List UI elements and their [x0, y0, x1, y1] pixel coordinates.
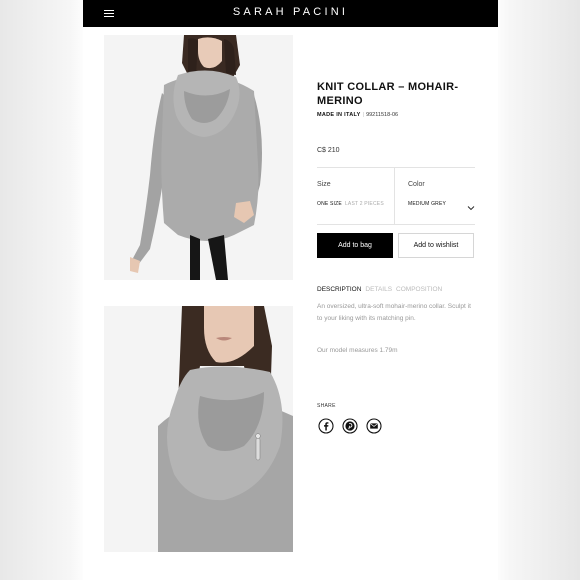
- tab-description[interactable]: DESCRIPTION: [317, 286, 361, 293]
- product-sku: 99211518-06: [366, 112, 399, 118]
- stock-note: LAST 2 PIECES: [344, 201, 384, 207]
- size-option[interactable]: ONE SIZE LAST 2 PIECES: [317, 201, 384, 207]
- add-to-bag-button[interactable]: Add to bag: [317, 233, 393, 258]
- product-page: SARAH PACINI KNIT COLLAR – MOHAIR-MERINO…: [83, 0, 498, 580]
- share-label: SHARE: [317, 403, 336, 409]
- product-photo-main[interactable]: [104, 35, 293, 280]
- color-select[interactable]: MEDIUM GREY: [408, 198, 475, 211]
- top-navigation-bar: SARAH PACINI: [83, 0, 498, 27]
- brand-logo[interactable]: SARAH PACINI: [83, 6, 498, 18]
- tab-details[interactable]: DETAILS: [365, 286, 392, 293]
- size-label: Size: [317, 181, 331, 188]
- chevron-down-icon: [467, 199, 475, 211]
- product-photo-closeup[interactable]: [104, 306, 293, 552]
- facebook-icon[interactable]: [318, 418, 334, 434]
- product-origin: MADE IN ITALY | 99211518-06: [317, 112, 399, 118]
- divider: [317, 224, 475, 225]
- made-in-label: MADE IN ITALY: [317, 112, 361, 118]
- tab-composition[interactable]: COMPOSITION: [396, 286, 442, 293]
- divider: [394, 168, 395, 224]
- email-icon[interactable]: [366, 418, 382, 434]
- pinterest-icon[interactable]: [342, 418, 358, 434]
- product-description: An oversized, ultra-soft mohair-merino c…: [317, 303, 471, 322]
- product-price: C$ 210: [317, 147, 340, 154]
- color-value: MEDIUM GREY: [408, 201, 447, 207]
- model-measure: Our model measures 1.79m: [317, 347, 398, 354]
- info-tabs: DESCRIPTION DETAILS COMPOSITION: [317, 286, 446, 293]
- add-to-wishlist-button[interactable]: Add to wishlist: [398, 233, 474, 258]
- color-label: Color: [408, 181, 425, 188]
- divider: [317, 167, 475, 168]
- size-value: ONE SIZE: [317, 201, 342, 207]
- product-title: KNIT COLLAR – MOHAIR-MERINO: [317, 81, 459, 107]
